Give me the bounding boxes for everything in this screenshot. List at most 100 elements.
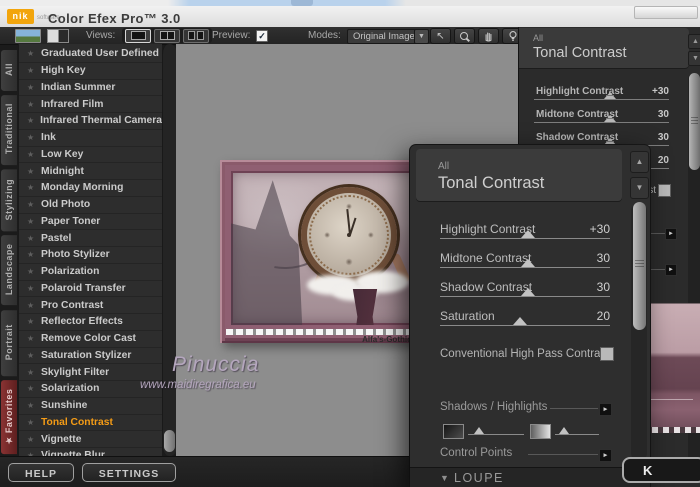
favorite-star-icon[interactable]: ★ xyxy=(27,284,36,293)
help-button[interactable]: HELP xyxy=(8,463,74,482)
filter-list-item[interactable]: ★ Low Key xyxy=(19,147,162,164)
favorite-star-icon[interactable]: ★ xyxy=(27,116,35,125)
shadow-slider-thumb[interactable] xyxy=(474,427,484,434)
favorite-star-icon[interactable]: ★ xyxy=(27,368,36,377)
image-thumbnail-icon[interactable] xyxy=(15,29,41,43)
favorite-star-icon[interactable]: ★ xyxy=(27,234,36,243)
slider-thumb[interactable] xyxy=(603,138,616,145)
favorite-star-icon[interactable]: ★ xyxy=(27,133,36,142)
section-expand-button[interactable]: ► xyxy=(599,449,612,462)
favorite-star-icon[interactable]: ★ xyxy=(27,401,36,410)
favorite-star-icon[interactable]: ★ xyxy=(27,49,36,58)
filter-list-item[interactable]: ★ Vignette xyxy=(19,431,162,448)
slider-track[interactable] xyxy=(534,115,669,123)
high-pass-contrast-checkbox[interactable] xyxy=(600,347,614,361)
filter-list-item[interactable]: ★ Paper Toner xyxy=(19,214,162,231)
favorite-star-icon[interactable]: ★ xyxy=(27,100,36,109)
slider-thumb[interactable] xyxy=(521,288,536,296)
filter-list-item[interactable]: ★ Reflector Effects xyxy=(19,314,162,331)
view-split-button[interactable] xyxy=(154,28,180,43)
highlight-slider-thumb[interactable] xyxy=(559,427,569,434)
filter-list-item[interactable]: ★ Polarization xyxy=(19,264,162,281)
favorite-star-icon[interactable]: ★ xyxy=(27,83,36,92)
split-view-icon[interactable] xyxy=(47,29,69,43)
filter-list-item[interactable]: ★ Pastel xyxy=(19,230,162,247)
floating-scroll-up-button[interactable]: ▲ xyxy=(630,151,649,173)
dropdown-arrow-icon[interactable]: ▼ xyxy=(414,29,429,44)
favorite-star-icon[interactable]: ★ xyxy=(27,334,36,343)
highlight-swatch[interactable] xyxy=(530,424,551,439)
filter-list-item[interactable]: ★ Graduated User Defined xyxy=(19,46,162,63)
high-pass-contrast-checkbox[interactable] xyxy=(658,184,671,197)
floating-scroll-down-button[interactable]: ▼ xyxy=(630,177,649,199)
pan-button[interactable] xyxy=(478,28,499,44)
slider-track[interactable] xyxy=(534,92,669,100)
filter-list-item[interactable]: ★ Midnight xyxy=(19,163,162,180)
highlight-slider-track[interactable] xyxy=(555,427,599,435)
favorite-star-icon[interactable]: ★ xyxy=(27,183,36,192)
section-expand-button[interactable]: ► xyxy=(599,403,612,416)
slider-thumb[interactable] xyxy=(521,259,536,267)
filter-list-item[interactable]: ★ Infrared Film xyxy=(19,96,162,113)
category-tab[interactable]: ★ Favorites xyxy=(1,379,17,455)
section-expand-button[interactable]: ► xyxy=(665,264,677,276)
favorite-star-icon[interactable]: ★ xyxy=(27,200,36,209)
filter-list-item[interactable]: ★ Tonal Contrast xyxy=(19,415,162,432)
panel-scroll-up-button[interactable]: ▲ xyxy=(688,34,700,49)
favorite-star-icon[interactable]: ★ xyxy=(27,317,36,326)
filter-list-item[interactable]: ★ Ink xyxy=(19,130,162,147)
filter-list-item[interactable]: ★ Polaroid Transfer xyxy=(19,281,162,298)
panel-scrollbar-thumb[interactable] xyxy=(689,73,700,170)
panel-scroll-down-button[interactable]: ▼ xyxy=(688,51,700,66)
zoom-button[interactable] xyxy=(454,28,475,44)
slider-thumb[interactable] xyxy=(521,230,536,238)
filter-list-scrollbar[interactable] xyxy=(162,44,177,456)
preview-checkbox[interactable]: ✓ xyxy=(256,30,268,42)
slider-thumb[interactable] xyxy=(603,92,616,99)
slider-track[interactable] xyxy=(440,317,610,326)
category-tab[interactable]: Landscape xyxy=(1,235,17,306)
slider-track[interactable] xyxy=(440,230,610,239)
ok-button[interactable]: K xyxy=(622,457,700,483)
category-tab[interactable]: All xyxy=(1,50,17,91)
filter-list-item[interactable]: ★ Pro Contrast xyxy=(19,297,162,314)
filter-list-item[interactable]: ★ Saturation Stylizer xyxy=(19,348,162,365)
favorite-star-icon[interactable]: ★ xyxy=(27,384,36,393)
category-tab[interactable]: Stylizing xyxy=(1,169,17,232)
slider-thumb[interactable] xyxy=(603,115,616,122)
filter-list-item[interactable]: ★ Old Photo xyxy=(19,197,162,214)
filter-list-item[interactable]: ★ Sunshine xyxy=(19,398,162,415)
filter-list-item[interactable]: ★ Monday Morning xyxy=(19,180,162,197)
favorite-star-icon[interactable]: ★ xyxy=(27,167,36,176)
view-sidebyside-button[interactable] xyxy=(183,28,209,43)
section-expand-button[interactable]: ► xyxy=(665,228,677,240)
category-tab[interactable]: Portrait xyxy=(1,309,17,376)
favorite-star-icon[interactable]: ★ xyxy=(27,66,36,75)
loupe-bar[interactable]: ▼ LOUPE xyxy=(410,467,650,487)
settings-button[interactable]: SETTINGS xyxy=(82,463,176,482)
filter-list-item[interactable]: ★ Remove Color Cast xyxy=(19,331,162,348)
filter-list-item[interactable]: ★ Indian Summer xyxy=(19,80,162,97)
favorite-star-icon[interactable]: ★ xyxy=(27,250,36,259)
shadow-swatch[interactable] xyxy=(443,424,464,439)
floating-scrollbar-thumb[interactable] xyxy=(633,202,646,330)
favorite-star-icon[interactable]: ★ xyxy=(27,301,36,310)
selection-arrow-button[interactable]: ↖ xyxy=(430,28,451,44)
favorite-star-icon[interactable]: ★ xyxy=(27,267,36,276)
favorite-star-icon[interactable]: ★ xyxy=(27,351,36,360)
slider-thumb[interactable] xyxy=(512,317,527,325)
favorite-star-icon[interactable]: ★ xyxy=(27,217,36,226)
slider-track[interactable] xyxy=(440,288,610,297)
modes-dropdown[interactable]: Original Image xyxy=(347,29,420,44)
filter-list-item[interactable]: ★ Photo Stylizer xyxy=(19,247,162,264)
category-tab[interactable]: Traditional xyxy=(1,94,17,166)
favorite-star-icon[interactable]: ★ xyxy=(27,435,36,444)
filter-list-item[interactable]: ★ Infrared Thermal Camera xyxy=(19,113,162,130)
favorite-star-icon[interactable]: ★ xyxy=(27,418,36,427)
filter-list-item[interactable]: ★ High Key xyxy=(19,63,162,80)
filter-list-scrollbar-thumb[interactable] xyxy=(163,430,175,452)
shadow-slider-track[interactable] xyxy=(468,427,524,435)
slider-track[interactable] xyxy=(440,259,610,268)
favorite-star-icon[interactable]: ★ xyxy=(27,150,36,159)
view-single-button[interactable] xyxy=(125,28,151,43)
